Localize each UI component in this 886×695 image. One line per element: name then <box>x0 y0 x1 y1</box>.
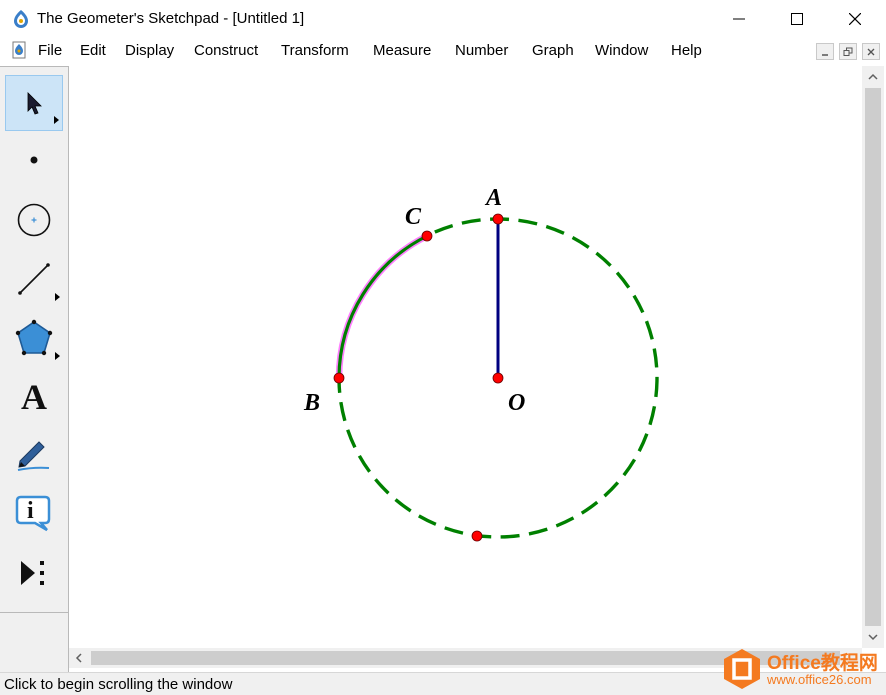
maximize-icon <box>791 13 803 25</box>
sketch-svg: A C B O <box>303 185 659 542</box>
sketch-canvas[interactable]: A C B O <box>69 66 862 648</box>
menu-transform[interactable]: Transform <box>281 42 349 59</box>
label-a[interactable]: A <box>484 185 502 211</box>
info-icon <box>15 495 51 532</box>
office26-watermark: Office教程网 www.office26.com <box>720 643 886 695</box>
vertical-scrollbar[interactable] <box>862 66 884 648</box>
office-logo-icon <box>724 649 760 689</box>
status-text: Click to begin scrolling the window <box>4 676 233 693</box>
menu-help[interactable]: Help <box>671 42 702 59</box>
point-b[interactable] <box>333 372 345 384</box>
polygon-icon <box>15 319 53 356</box>
arrow-tool[interactable] <box>5 75 63 131</box>
menu-construct[interactable]: Construct <box>194 42 258 59</box>
menu-display[interactable]: Display <box>125 42 174 59</box>
information-tool[interactable]: i <box>5 485 63 541</box>
close-button[interactable] <box>826 0 884 38</box>
marker-tool[interactable] <box>5 427 63 483</box>
sketchpad-app-icon <box>14 10 28 28</box>
minimize-icon <box>822 53 828 56</box>
straightedge-tool[interactable] <box>5 251 63 307</box>
arc-highlight <box>335 233 429 379</box>
window-title: The Geometer's Sketchpad - [Untitled 1] <box>37 10 305 27</box>
point-icon <box>30 156 38 164</box>
close-icon <box>867 48 875 55</box>
arrow-icon <box>27 92 42 115</box>
text-icon: A <box>21 377 47 417</box>
mdi-restore-button[interactable] <box>839 43 857 60</box>
text-tool[interactable]: A <box>5 369 63 425</box>
minimize-icon <box>733 18 745 20</box>
info-glyph: i <box>27 498 34 524</box>
label-b[interactable]: B <box>303 390 320 416</box>
menu-measure[interactable]: Measure <box>373 42 431 59</box>
menu-window[interactable]: Window <box>595 42 648 59</box>
submenu-arrow-icon <box>55 352 60 360</box>
vertical-scroll-thumb[interactable] <box>865 88 881 626</box>
menu-file[interactable]: File <box>38 42 62 59</box>
mdi-minimize-button[interactable] <box>816 43 834 60</box>
toolbox-separator <box>0 612 68 613</box>
menu-bar: File Edit Display Construct Transform Me… <box>0 38 886 64</box>
compass-tool[interactable] <box>5 192 63 248</box>
watermark-url: www.office26.com <box>767 672 872 687</box>
label-c[interactable]: C <box>405 204 422 230</box>
app-window: The Geometer's Sketchpad - [Untitled 1] … <box>0 0 886 695</box>
submenu-arrow-icon <box>55 293 60 301</box>
line-icon <box>18 263 50 295</box>
minimize-button[interactable] <box>710 0 768 38</box>
toolbox: A i <box>0 66 69 674</box>
point-circle-bottom[interactable] <box>471 530 483 542</box>
mdi-close-button[interactable] <box>862 43 880 60</box>
compass-icon <box>17 203 51 237</box>
document-icon[interactable] <box>12 41 28 59</box>
scroll-left-icon[interactable] <box>74 652 84 664</box>
point-tool[interactable] <box>5 132 63 188</box>
menu-graph[interactable]: Graph <box>532 42 574 59</box>
title-bar: The Geometer's Sketchpad - [Untitled 1] <box>0 0 886 38</box>
maximize-button[interactable] <box>768 0 826 38</box>
restore-icon <box>843 47 853 56</box>
custom-tools-icon <box>21 561 44 585</box>
submenu-arrow-icon <box>54 116 59 124</box>
scroll-down-icon[interactable] <box>867 632 879 642</box>
label-o[interactable]: O <box>508 390 525 416</box>
watermark-title: Office教程网 <box>767 653 878 674</box>
menu-edit[interactable]: Edit <box>80 42 106 59</box>
polygon-tool[interactable] <box>5 310 63 366</box>
point-o[interactable] <box>492 372 504 384</box>
close-icon <box>849 13 861 25</box>
menu-number[interactable]: Number <box>455 42 508 59</box>
custom-tool[interactable] <box>5 545 63 601</box>
scroll-up-icon[interactable] <box>867 72 879 82</box>
point-c[interactable] <box>421 230 433 242</box>
point-a[interactable] <box>492 213 504 225</box>
marker-icon <box>17 441 50 471</box>
